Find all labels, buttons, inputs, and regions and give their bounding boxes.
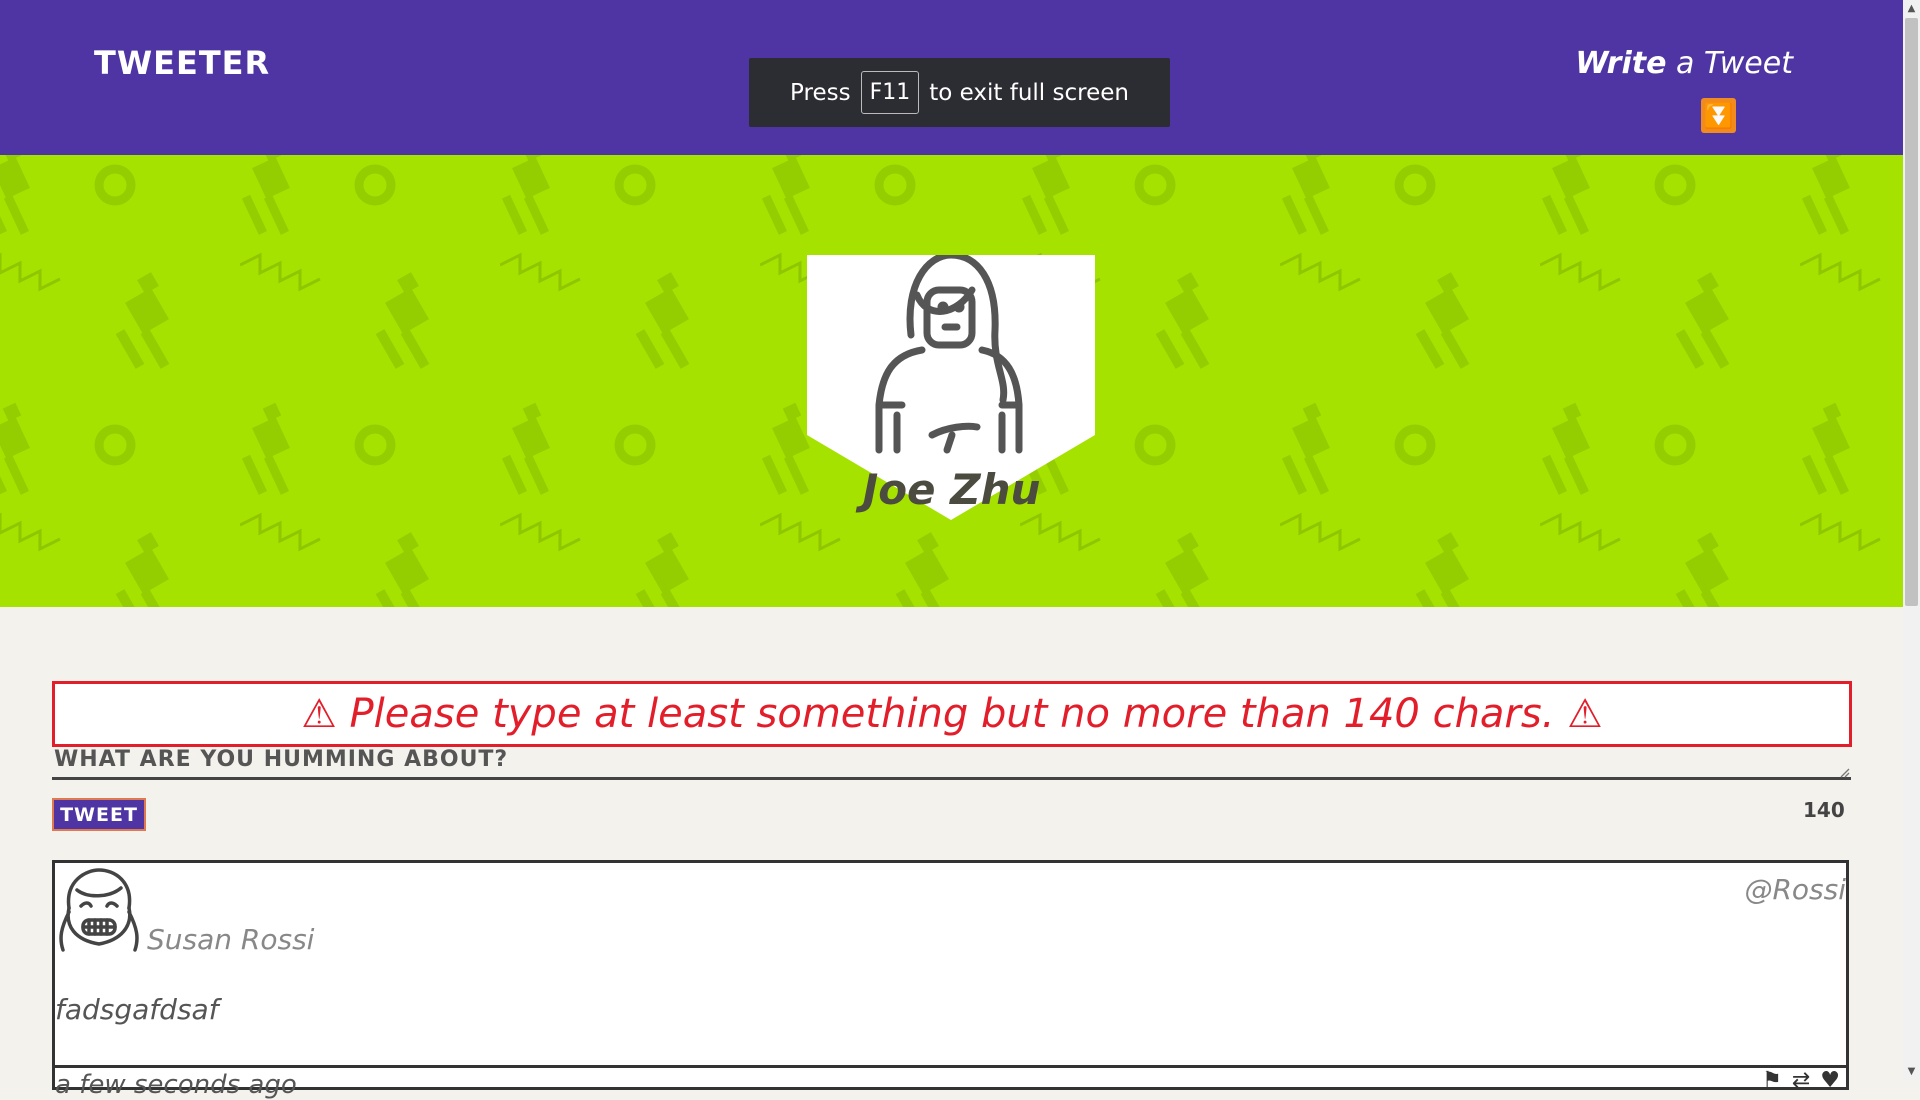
scroll-up-arrow-icon[interactable]: ▲ (1903, 0, 1920, 17)
tweet-text: fadsgafdsaf (55, 993, 219, 1026)
resize-grip-icon[interactable] (1838, 766, 1850, 778)
fullscreen-suffix: to exit full screen (929, 79, 1129, 106)
top-navbar: TWEETER Press F11 to exit full screen Wr… (0, 0, 1903, 155)
user-avatar-icon (59, 868, 139, 952)
scrollbar-thumb[interactable] (1905, 18, 1918, 606)
write-tweet-link[interactable]: Write a Tweet (1575, 46, 1793, 81)
tweet-author-name[interactable]: Susan Rossi (147, 923, 314, 956)
tweet-input-underline[interactable] (52, 777, 1851, 780)
character-counter: 140 (1803, 798, 1845, 822)
f11-key: F11 (860, 71, 920, 114)
profile-name: Joe Zhu (862, 465, 1041, 514)
app-logo[interactable]: TWEETER (94, 44, 270, 82)
profile-banner: Joe Zhu (0, 155, 1903, 607)
fullscreen-prefix: Press (790, 79, 851, 106)
retweet-icon[interactable]: ⇄ (1792, 1068, 1810, 1093)
write-rest: a Tweet (1666, 46, 1793, 81)
profile-avatar[interactable] (807, 255, 1095, 575)
fullscreen-exit-notice: Press F11 to exit full screen (749, 58, 1170, 127)
tweet-timestamp: a few seconds ago (55, 1070, 297, 1100)
tweet-input-label[interactable]: WHAT ARE YOU HUMMING ABOUT? (54, 747, 508, 772)
write-strong: Write (1575, 46, 1667, 81)
tweet-divider (55, 1065, 1846, 1068)
flag-icon[interactable]: ⚑ (1762, 1068, 1782, 1093)
double-down-arrow-icon[interactable]: ⏬ (1701, 98, 1736, 133)
scroll-down-arrow-icon[interactable]: ▼ (1903, 1063, 1920, 1080)
heart-icon[interactable]: ♥ (1820, 1068, 1840, 1093)
validation-warning: ⚠ Please type at least something but no … (52, 681, 1852, 747)
tweet-actions: ⚑ ⇄ ♥ (1762, 1068, 1840, 1093)
tweet-button[interactable]: TWEET (52, 798, 146, 831)
tweet-author-handle[interactable]: @Rossi (1744, 873, 1846, 906)
tweet-card: Susan Rossi @Rossi fadsgafdsaf a few sec… (52, 860, 1849, 1100)
